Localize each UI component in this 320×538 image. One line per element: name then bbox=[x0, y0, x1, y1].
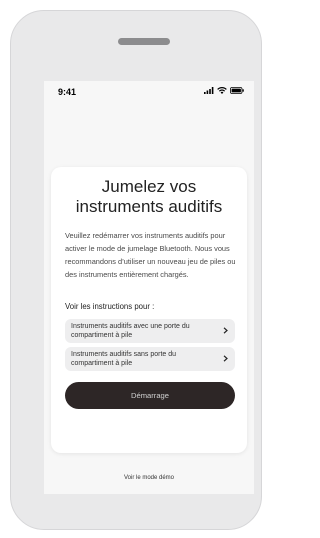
wifi-icon bbox=[217, 87, 227, 94]
page-title: Jumelez vos instruments auditifs bbox=[51, 177, 247, 217]
instructions-label: Voir les instructions pour : bbox=[65, 302, 155, 311]
chevron-right-icon bbox=[223, 355, 228, 362]
pairing-card: Jumelez vos instruments auditifs Veuille… bbox=[51, 167, 247, 453]
option-without-battery-door[interactable]: Instruments auditifs sans porte du compa… bbox=[65, 347, 235, 371]
option-label: Instruments auditifs sans porte du compa… bbox=[71, 351, 177, 367]
phone-frame: 9:41 Jumelez vos instruments auditifs Ve… bbox=[10, 10, 262, 530]
title-line-1: Jumelez vos bbox=[101, 177, 197, 196]
battery-icon bbox=[230, 87, 244, 94]
chevron-right-icon bbox=[223, 327, 228, 334]
instructions-text: Veuillez redémarrer vos instruments audi… bbox=[65, 231, 236, 279]
option-with-battery-door[interactable]: Instruments auditifs avec une porte du c… bbox=[65, 319, 235, 343]
speaker-grille bbox=[118, 38, 170, 45]
status-time: 9:41 bbox=[58, 87, 77, 97]
signal-icon bbox=[204, 87, 214, 94]
status-bar: 9:41 bbox=[44, 81, 254, 103]
start-button[interactable]: Démarrage bbox=[65, 382, 235, 409]
title-line-2: instruments auditifs bbox=[75, 197, 223, 216]
app-screen: 9:41 Jumelez vos instruments auditifs Ve… bbox=[44, 81, 254, 494]
option-label: Instruments auditifs avec une porte du c… bbox=[71, 323, 190, 339]
demo-mode-link[interactable]: Voir le mode démo bbox=[44, 475, 254, 481]
status-icons bbox=[204, 87, 244, 94]
